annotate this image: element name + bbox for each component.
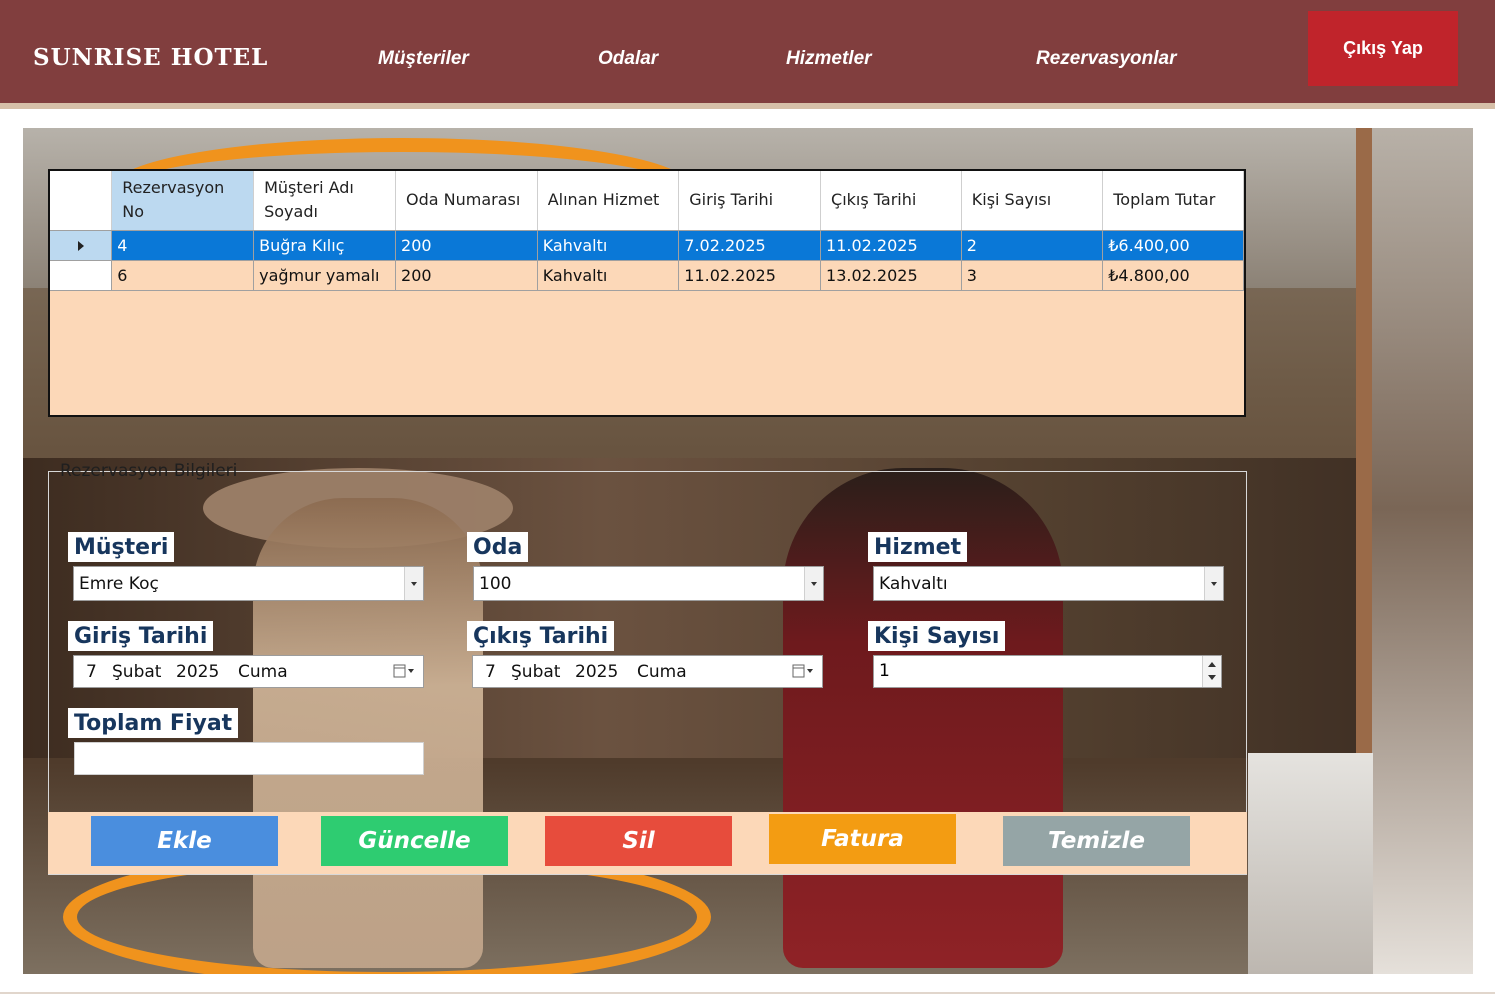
- top-navbar: SUNRISE HOTEL Müşteriler Odalar Hizmetle…: [0, 0, 1495, 103]
- cell-rezervasyon-no[interactable]: 4: [111, 230, 255, 261]
- column-header-rezervasyon-no[interactable]: Rezervasyon No: [111, 171, 255, 231]
- oda-combobox[interactable]: 100: [473, 566, 824, 601]
- cell-oda[interactable]: 200: [395, 260, 538, 291]
- groupbox-title: Rezervasyon Bilgileri: [60, 461, 238, 481]
- guncelle-button[interactable]: Güncelle: [321, 816, 508, 866]
- hizmet-label: Hizmet: [868, 532, 968, 562]
- nav-odalar[interactable]: Odalar: [598, 48, 658, 70]
- temizle-button[interactable]: Temizle: [1003, 816, 1190, 866]
- reservations-grid[interactable]: Rezervasyon No Müşteri Adı Soyadı Oda Nu…: [48, 169, 1246, 417]
- cikis-year: 2025: [575, 662, 619, 682]
- nav-rezervasyonlar[interactable]: Rezervasyonlar: [1036, 48, 1176, 70]
- table-row[interactable]: 6 yağmur yamalı 200 Kahvaltı 11.02.2025 …: [50, 260, 1244, 291]
- chevron-down-icon[interactable]: [804, 567, 823, 600]
- column-header-hizmet[interactable]: Alınan Hizmet: [537, 171, 680, 231]
- calendar-icon[interactable]: [792, 664, 814, 678]
- toplam-fiyat-input[interactable]: [74, 742, 424, 775]
- cell-giris[interactable]: 11.02.2025: [678, 260, 822, 291]
- giris-label: Giriş Tarihi: [68, 621, 214, 651]
- nav-hizmetler[interactable]: Hizmetler: [786, 48, 872, 70]
- cell-rezervasyon-no[interactable]: 6: [111, 260, 255, 291]
- giris-month: Şubat: [112, 662, 162, 682]
- giris-day: 7: [86, 662, 97, 682]
- cell-oda[interactable]: 200: [395, 230, 538, 261]
- column-header-giris[interactable]: Giriş Tarihi: [678, 171, 822, 231]
- cikis-datepicker[interactable]: 7 Şubat 2025 Cuma: [472, 655, 823, 688]
- cell-kisi[interactable]: 3: [961, 260, 1104, 291]
- cikis-month: Şubat: [511, 662, 561, 682]
- table-row[interactable]: 4 Buğra Kılıç 200 Kahvaltı 7.02.2025 11.…: [50, 230, 1244, 261]
- brand-logo: SUNRISE HOTEL: [33, 44, 269, 71]
- giris-year: 2025: [176, 662, 220, 682]
- musteri-value: Emre Koç: [79, 574, 159, 594]
- cell-toplam[interactable]: ₺4.800,00: [1102, 260, 1244, 291]
- action-button-bar: Ekle Güncelle Sil Fatura Temizle: [48, 812, 1247, 874]
- spin-down-icon[interactable]: [1208, 675, 1216, 680]
- nav-musteriler[interactable]: Müşteriler: [378, 48, 469, 70]
- spin-up-icon[interactable]: [1208, 662, 1216, 667]
- cell-giris[interactable]: 7.02.2025: [678, 230, 822, 261]
- hizmet-combobox[interactable]: Kahvaltı: [873, 566, 1224, 601]
- row-selector[interactable]: [50, 260, 113, 291]
- chevron-down-icon[interactable]: [1204, 567, 1223, 600]
- hizmet-value: Kahvaltı: [879, 574, 948, 594]
- oda-value: 100: [479, 574, 512, 594]
- current-row-icon: [77, 240, 84, 251]
- column-header-oda[interactable]: Oda Numarası: [395, 171, 538, 231]
- cell-kisi[interactable]: 2: [961, 230, 1104, 261]
- column-header-toplam[interactable]: Toplam Tutar: [1102, 171, 1244, 231]
- toplam-label: Toplam Fiyat: [68, 708, 239, 738]
- oda-label: Oda: [467, 532, 529, 562]
- calendar-icon[interactable]: [393, 664, 415, 678]
- cell-musteri[interactable]: Buğra Kılıç: [253, 230, 397, 261]
- cikis-label: Çıkış Tarihi: [467, 621, 615, 651]
- photo-lower-right: [1248, 753, 1373, 974]
- row-selector[interactable]: [50, 230, 113, 261]
- cell-cikis[interactable]: 13.02.2025: [820, 260, 962, 291]
- kisi-value: 1: [879, 661, 890, 681]
- logout-button[interactable]: Çıkış Yap: [1308, 11, 1458, 86]
- sil-button[interactable]: Sil: [545, 816, 732, 866]
- chevron-down-icon[interactable]: [404, 567, 423, 600]
- cell-musteri[interactable]: yağmur yamalı: [253, 260, 397, 291]
- cikis-day: 7: [485, 662, 496, 682]
- cell-hizmet[interactable]: Kahvaltı: [537, 260, 680, 291]
- kisi-label: Kişi Sayısı: [868, 621, 1006, 651]
- spin-buttons[interactable]: [1202, 656, 1221, 687]
- musteri-combobox[interactable]: Emre Koç: [73, 566, 424, 601]
- header-divider: [0, 103, 1495, 109]
- cell-toplam[interactable]: ₺6.400,00: [1102, 230, 1244, 261]
- column-header-kisi[interactable]: Kişi Sayısı: [961, 171, 1104, 231]
- giris-datepicker[interactable]: 7 Şubat 2025 Cuma: [73, 655, 424, 688]
- cell-cikis[interactable]: 11.02.2025: [820, 230, 962, 261]
- giris-weekday: Cuma: [238, 662, 288, 682]
- cikis-weekday: Cuma: [637, 662, 687, 682]
- kisi-numeric-updown[interactable]: 1: [873, 655, 1222, 688]
- photo-pillar-right: [1372, 128, 1473, 974]
- ekle-button[interactable]: Ekle: [91, 816, 278, 866]
- musteri-label: Müşteri: [68, 532, 175, 562]
- row-header-corner: [50, 171, 113, 231]
- cell-hizmet[interactable]: Kahvaltı: [537, 230, 680, 261]
- column-header-musteri[interactable]: Müşteri Adı Soyadı: [253, 171, 397, 231]
- column-header-cikis[interactable]: Çıkış Tarihi: [820, 171, 962, 231]
- reservations-table: Rezervasyon No Müşteri Adı Soyadı Oda Nu…: [50, 171, 1244, 291]
- fatura-button[interactable]: Fatura: [769, 814, 956, 864]
